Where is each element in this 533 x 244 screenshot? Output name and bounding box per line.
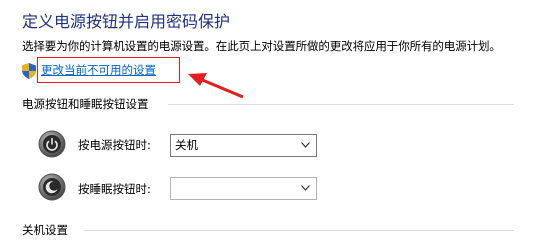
sleep-button-label: 按睡眠按钮时: (78, 182, 151, 196)
chevron-down-icon (301, 142, 310, 148)
section-divider (168, 104, 514, 105)
section-title-power-buttons: 电源按钮和睡眠按钮设置 (22, 97, 149, 111)
sleep-button-select[interactable] (170, 177, 317, 200)
annotation-highlight-box (37, 57, 180, 83)
power-button-icon (38, 130, 66, 158)
page-title: 定义电源按钮并启用密码保护 (22, 12, 231, 31)
section-divider (84, 230, 514, 231)
annotation-arrow-icon (188, 73, 244, 99)
chevron-down-icon (301, 185, 310, 191)
page-description: 选择要为你的计算机设置的电源设置。在此页上对设置所做的更改将应用于你所有的电源计… (22, 39, 501, 53)
power-button-label: 按电源按钮时: (78, 138, 151, 152)
power-button-select-value: 关机 (175, 138, 198, 152)
power-button-select[interactable]: 关机 (170, 134, 317, 157)
section-title-shutdown: 关机设置 (22, 223, 68, 237)
uac-shield-icon (22, 63, 36, 79)
sleep-button-icon (38, 173, 66, 201)
